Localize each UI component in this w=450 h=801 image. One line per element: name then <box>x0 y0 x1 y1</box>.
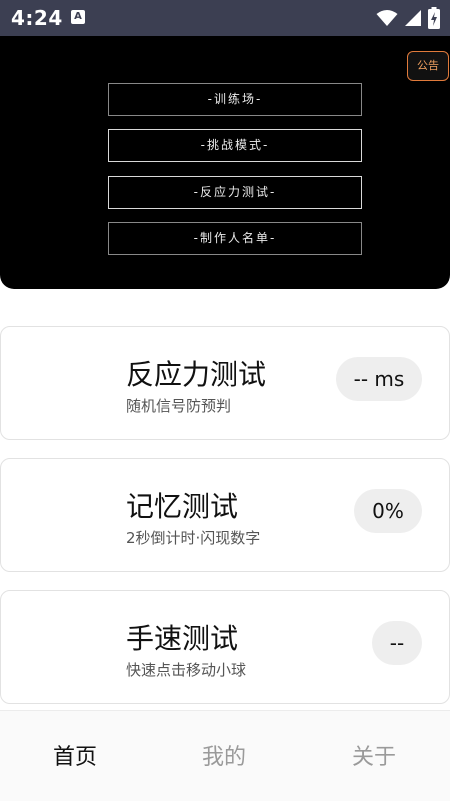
tab-home[interactable]: 首页 <box>53 739 97 771</box>
menu-credits-button[interactable]: -制作人名单- <box>108 222 362 255</box>
wifi-icon <box>376 10 398 26</box>
app-notification-icon: A <box>71 10 85 24</box>
menu-training-button[interactable]: -训练场- <box>108 83 362 116</box>
card-reaction-test[interactable]: 反应力测试 随机信号防预判 -- ms <box>0 326 450 440</box>
card-title: 手速测试 <box>126 622 239 655</box>
card-memory-test[interactable]: 记忆测试 2秒倒计时·闪现数字 0% <box>0 458 450 572</box>
status-icons <box>376 7 440 29</box>
menu-reaction-test-button[interactable]: -反应力测试- <box>108 176 362 209</box>
card-title: 反应力测试 <box>126 358 267 391</box>
notice-button[interactable]: 公告 <box>407 51 449 81</box>
card-subtitle: 快速点击移动小球 <box>126 661 247 679</box>
card-score-badge: -- ms <box>336 357 422 401</box>
card-subtitle: 2秒倒计时·闪现数字 <box>126 529 261 547</box>
menu-challenge-button[interactable]: -挑战模式- <box>108 129 362 162</box>
notification-icon-letter: A <box>74 11 82 22</box>
tab-mine[interactable]: 我的 <box>202 739 246 771</box>
card-score-badge: 0% <box>354 489 422 533</box>
card-score-badge: -- <box>372 621 422 665</box>
card-speed-test[interactable]: 手速测试 快速点击移动小球 -- <box>0 590 450 704</box>
signal-icon <box>405 10 421 26</box>
card-subtitle: 随机信号防预判 <box>126 397 232 415</box>
status-time: 4:24 <box>11 6 63 30</box>
hero-panel: 公告 -训练场- -挑战模式- -反应力测试- -制作人名单- <box>0 36 450 289</box>
bottom-nav: 首页 我的 关于 <box>0 710 450 801</box>
card-title: 记忆测试 <box>126 490 239 523</box>
battery-charging-icon <box>428 7 440 29</box>
tab-about[interactable]: 关于 <box>352 739 396 771</box>
status-bar: 4:24 A <box>0 0 450 36</box>
